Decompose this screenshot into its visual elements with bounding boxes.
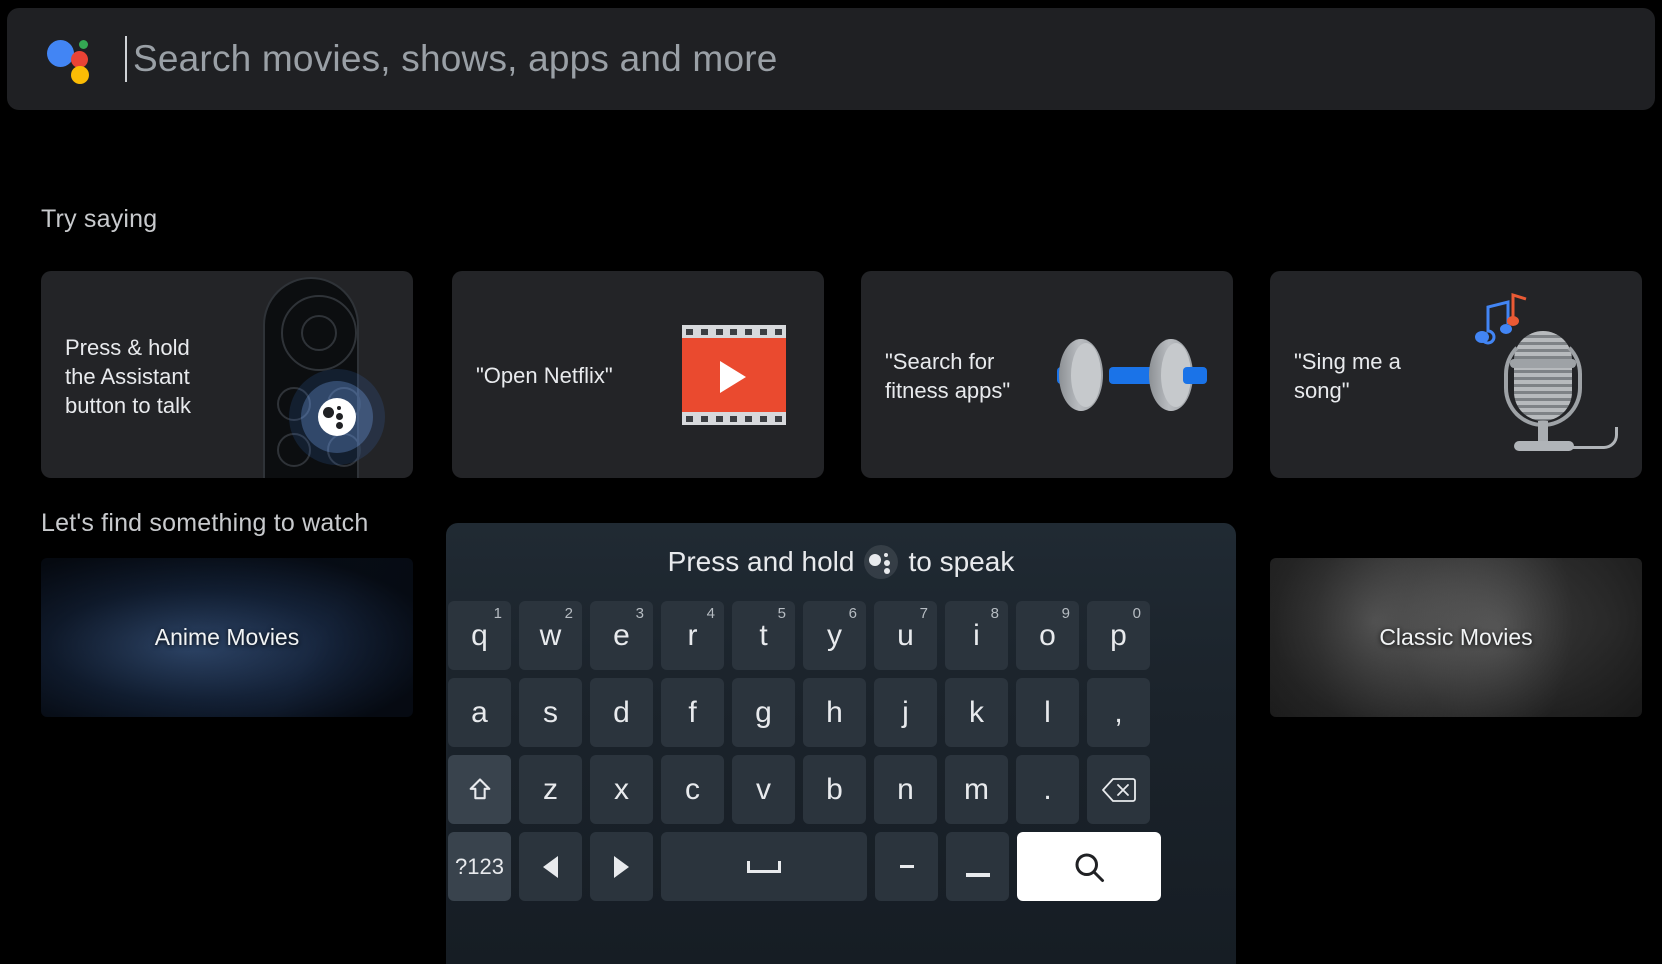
search-submit-key[interactable] bbox=[1017, 832, 1161, 901]
key-comma[interactable]: , bbox=[1087, 678, 1150, 747]
key-w[interactable]: 2w bbox=[519, 601, 582, 670]
key-t[interactable]: 5t bbox=[732, 601, 795, 670]
card-label: "Search for fitness apps" bbox=[885, 349, 1011, 403]
keyboard-row-1: 1q 2w 3e 4r 5t 6y 7u 8i 9o 0p bbox=[446, 601, 1236, 670]
music-note-red-icon bbox=[1507, 292, 1527, 326]
search-input[interactable]: Search movies, shows, apps and more bbox=[133, 38, 778, 80]
arrow-right-key[interactable] bbox=[590, 832, 653, 901]
key-x[interactable]: x bbox=[590, 755, 653, 824]
key-m[interactable]: m bbox=[945, 755, 1008, 824]
space-icon bbox=[747, 860, 781, 873]
key-k[interactable]: k bbox=[945, 678, 1008, 747]
try-saying-card-remote[interactable]: Press & hold the Assistant button to tal… bbox=[41, 271, 413, 478]
underscore-key[interactable] bbox=[946, 832, 1009, 901]
key-h[interactable]: h bbox=[803, 678, 866, 747]
keyboard-hint-before: Press and hold bbox=[667, 546, 855, 577]
key-z[interactable]: z bbox=[519, 755, 582, 824]
card-label: "Open Netflix" bbox=[476, 363, 613, 388]
search-icon bbox=[1071, 849, 1107, 885]
key-y[interactable]: 6y bbox=[803, 601, 866, 670]
key-g[interactable]: g bbox=[732, 678, 795, 747]
card-label: "Sing me a song" bbox=[1294, 349, 1401, 403]
android-tv-search-screen: Search movies, shows, apps and more Try … bbox=[0, 0, 1662, 964]
hyphen-icon bbox=[899, 865, 914, 868]
arrow-right-icon bbox=[614, 855, 629, 878]
watch-heading: Let's find something to watch bbox=[41, 509, 369, 537]
google-assistant-icon bbox=[47, 36, 93, 84]
key-q[interactable]: 1q bbox=[448, 601, 511, 670]
dumbbell-icon bbox=[1057, 327, 1207, 423]
key-o[interactable]: 9o bbox=[1016, 601, 1079, 670]
try-saying-card-netflix[interactable]: "Open Netflix" bbox=[452, 271, 824, 478]
watch-card-anime-movies[interactable]: Anime Movies bbox=[41, 558, 413, 717]
arrow-left-key[interactable] bbox=[519, 832, 582, 901]
backspace-key[interactable] bbox=[1087, 755, 1150, 824]
text-cursor bbox=[125, 36, 127, 82]
hyphen-key[interactable] bbox=[875, 832, 938, 901]
try-saying-card-sing[interactable]: "Sing me a song" bbox=[1270, 271, 1642, 478]
key-n[interactable]: n bbox=[874, 755, 937, 824]
keyboard-row-4: ?123 bbox=[446, 832, 1236, 901]
symbols-key[interactable]: ?123 bbox=[448, 832, 511, 901]
keyboard-row-2: a s d f g h j k l , bbox=[446, 678, 1236, 747]
key-period[interactable]: . bbox=[1016, 755, 1079, 824]
underscore-icon bbox=[965, 872, 990, 877]
keyboard-row-3: z x c v b n m . bbox=[446, 755, 1236, 824]
key-v[interactable]: v bbox=[732, 755, 795, 824]
key-j[interactable]: j bbox=[874, 678, 937, 747]
on-screen-keyboard[interactable]: Press and hold to speak 1q 2w 3e 4r 5t 6… bbox=[446, 523, 1236, 964]
tv-remote-icon bbox=[231, 271, 391, 478]
key-c[interactable]: c bbox=[661, 755, 724, 824]
film-strip-play-icon bbox=[682, 325, 786, 425]
key-s[interactable]: s bbox=[519, 678, 582, 747]
space-key[interactable] bbox=[661, 832, 867, 901]
key-p[interactable]: 0p bbox=[1087, 601, 1150, 670]
assistant-button-highlight bbox=[318, 398, 356, 436]
try-saying-card-fitness[interactable]: "Search for fitness apps" bbox=[861, 271, 1233, 478]
assistant-blue-dot bbox=[47, 40, 74, 67]
try-saying-heading: Try saying bbox=[41, 205, 158, 233]
key-e[interactable]: 3e bbox=[590, 601, 653, 670]
search-bar[interactable]: Search movies, shows, apps and more bbox=[7, 8, 1655, 110]
assistant-yellow-dot bbox=[71, 66, 89, 84]
key-r[interactable]: 4r bbox=[661, 601, 724, 670]
arrow-left-icon bbox=[543, 855, 558, 878]
watch-card-label: Anime Movies bbox=[154, 624, 300, 650]
assistant-green-dot bbox=[79, 40, 88, 49]
key-a[interactable]: a bbox=[448, 678, 511, 747]
key-i[interactable]: 8i bbox=[945, 601, 1008, 670]
keyboard-voice-hint: Press and hold to speak bbox=[446, 545, 1236, 579]
key-b[interactable]: b bbox=[803, 755, 866, 824]
watch-card-classic-movies[interactable]: Classic Movies bbox=[1270, 558, 1642, 717]
card-label: Press & hold the Assistant button to tal… bbox=[65, 335, 191, 418]
microphone-music-note-icon bbox=[1462, 292, 1622, 459]
key-f[interactable]: f bbox=[661, 678, 724, 747]
shift-key[interactable] bbox=[448, 755, 511, 824]
google-assistant-mono-icon[interactable] bbox=[864, 545, 899, 579]
key-l[interactable]: l bbox=[1016, 678, 1079, 747]
key-u[interactable]: 7u bbox=[874, 601, 937, 670]
keyboard-hint-after: to speak bbox=[908, 546, 1015, 577]
shift-icon bbox=[466, 776, 494, 804]
backspace-icon bbox=[1101, 777, 1136, 803]
watch-card-label: Classic Movies bbox=[1379, 624, 1533, 650]
key-d[interactable]: d bbox=[590, 678, 653, 747]
keyboard-rows: 1q 2w 3e 4r 5t 6y 7u 8i 9o 0p a s d f g … bbox=[446, 601, 1236, 909]
